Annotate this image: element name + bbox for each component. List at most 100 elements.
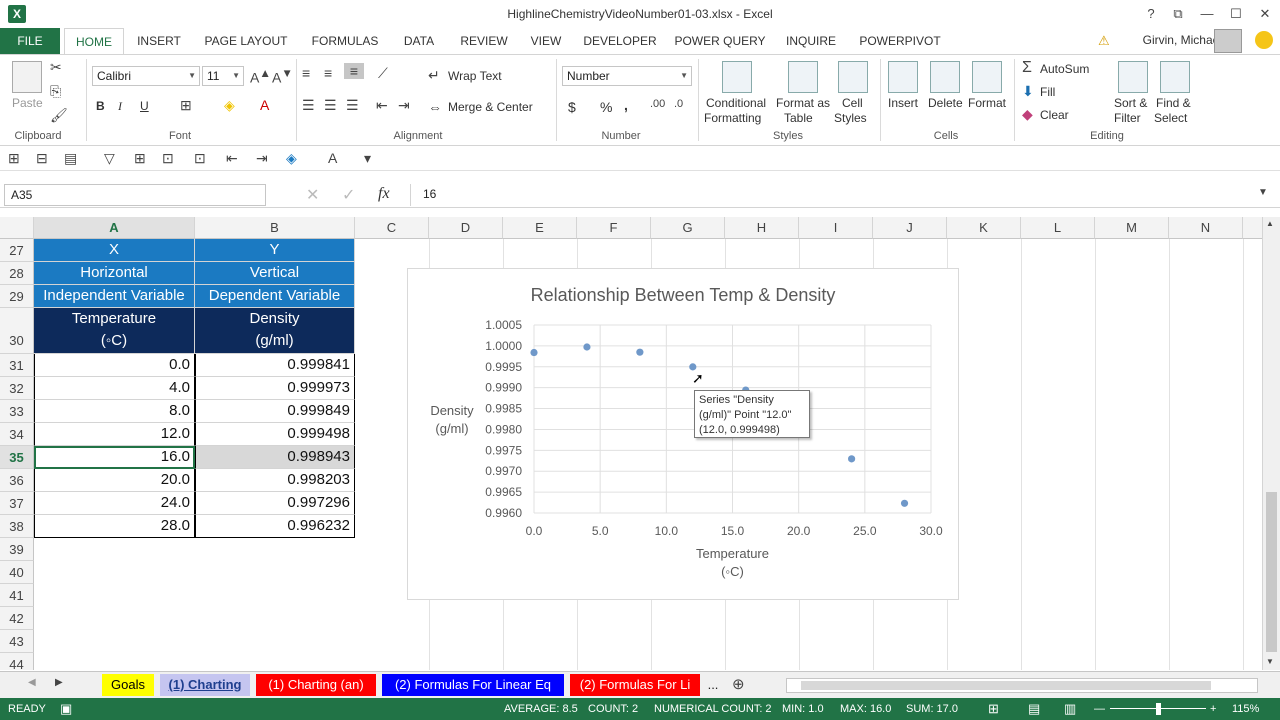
decrease-indent-icon[interactable]: ⇤ [376,97,388,114]
row-header[interactable]: 39 [0,538,34,561]
row-header[interactable]: 43 [0,630,34,653]
find-select-icon[interactable] [1160,61,1190,93]
row-header[interactable]: 28 [0,262,34,285]
underline-button[interactable]: U [140,99,149,113]
header-cell-independent[interactable]: Independent Variable [34,285,195,308]
conditional-formatting-label-1[interactable]: Conditional [706,96,766,110]
autosum-button[interactable]: AutoSum [1040,62,1089,76]
row-header[interactable]: 31 [0,354,34,377]
align-right-icon[interactable]: ☰ [346,97,359,114]
zoom-in-icon[interactable]: + [1210,698,1216,720]
zoom-level[interactable]: 115% [1232,698,1259,720]
column-header[interactable]: B [195,217,355,239]
qat-tool-icon[interactable]: ⊡ [162,150,174,167]
page-layout-view-icon[interactable]: ▤ [1028,698,1040,720]
user-name[interactable]: Girvin, Michael [1143,33,1222,47]
vertical-scrollbar[interactable]: ▲ ▼ [1262,217,1280,670]
tab-home[interactable]: HOME [64,28,124,54]
header-cell-temperature[interactable]: Temperature (◦C) [34,308,195,354]
clear-icon[interactable]: ◆ [1022,106,1033,123]
borders-icon[interactable]: ⊞ [180,97,192,114]
row-header[interactable]: 34 [0,423,34,446]
shrink-font-icon[interactable]: A▼ [272,67,293,86]
new-sheet-icon[interactable]: ⊕ [732,675,745,693]
insert-cells-icon[interactable] [888,61,918,93]
data-cell-temperature[interactable]: 20.0 [34,469,195,492]
data-cell-temperature[interactable]: 0.0 [34,354,195,377]
horizontal-scrollbar[interactable] [786,678,1258,693]
top-align-icon[interactable]: ≡ [302,65,310,81]
normal-view-icon[interactable]: ⊞ [988,698,999,720]
qat-chart-icon[interactable]: ▤ [64,150,77,167]
conditional-formatting-icon[interactable] [722,61,752,93]
scroll-up-icon[interactable]: ▲ [1266,219,1274,228]
orientation-icon[interactable]: ⟋ [378,65,388,82]
help-icon[interactable]: ? [1140,4,1162,24]
increase-indent-icon[interactable]: ⇥ [398,97,410,114]
clear-button[interactable]: Clear [1040,108,1069,122]
column-header[interactable]: N [1169,217,1243,239]
column-header[interactable]: L [1021,217,1095,239]
data-cell-temperature[interactable]: 24.0 [34,492,195,515]
confirm-entry-icon[interactable]: ✓ [342,185,355,205]
row-header[interactable]: 40 [0,561,34,584]
format-cells-button[interactable]: Format [968,96,1006,110]
ribbon-display-icon[interactable]: ⧉ [1167,4,1189,24]
qat-customize-icon[interactable]: ▾ [364,150,371,167]
row-header[interactable]: 44 [0,653,34,670]
row-header[interactable]: 42 [0,607,34,630]
font-name-combo[interactable]: Calibri ▼ [92,66,200,86]
bottom-align-icon[interactable]: ≡ [344,63,364,79]
sort-filter-label-1[interactable]: Sort & [1114,96,1147,110]
data-cell-temperature[interactable]: 12.0 [34,423,195,446]
prev-sheet-icon[interactable]: ◀ [28,677,36,688]
paste-icon[interactable] [12,61,42,93]
cell-styles-label-1[interactable]: Cell [842,96,863,110]
format-as-table-icon[interactable] [788,61,818,93]
row-header[interactable]: 35 [0,446,34,469]
qat-tool-icon[interactable]: ⊞ [8,150,20,167]
data-cell-density[interactable]: 0.998203 [195,469,355,492]
tab-view[interactable]: VIEW [524,28,568,54]
qat-tool-icon[interactable]: ⊡ [194,150,206,167]
sheet-tab[interactable]: (2) Formulas For Li [570,674,700,696]
qat-tool-icon[interactable]: ⊟ [36,150,48,167]
column-header[interactable]: E [503,217,577,239]
cell-styles-icon[interactable] [838,61,868,93]
scatter-chart[interactable]: Relationship Between Temp & Density 1.00… [407,268,959,600]
comma-button[interactable]: , [624,97,628,113]
data-cell-density[interactable]: 0.997296 [195,492,355,515]
align-left-icon[interactable]: ☰ [302,97,315,114]
data-cell-temperature[interactable]: 4.0 [34,377,195,400]
tab-file[interactable]: FILE [0,28,60,54]
find-select-label-1[interactable]: Find & [1156,96,1191,110]
row-header[interactable]: 30 [0,308,34,354]
format-painter-icon[interactable]: 🖌 [50,107,68,124]
sort-filter-label-2[interactable]: Filter [1114,111,1141,125]
wrap-text-icon[interactable]: ↵ [428,67,440,84]
row-header[interactable]: 41 [0,584,34,607]
format-cells-icon[interactable] [972,61,1002,93]
data-cell-density[interactable]: 0.996232 [195,515,355,538]
sheet-tab[interactable]: Goals [102,674,154,696]
format-as-table-label-1[interactable]: Format as [776,96,830,110]
data-cell-density[interactable]: 0.999841 [195,354,355,377]
row-header[interactable]: 36 [0,469,34,492]
tab-formulas[interactable]: FORMULAS [306,28,384,54]
sheet-tab[interactable]: (1) Charting (an) [256,674,376,696]
header-cell-vertical[interactable]: Vertical [195,262,355,285]
fill-icon[interactable]: ⬇ [1022,83,1034,100]
tab-power-query[interactable]: POWER QUERY [672,28,768,54]
horizontal-scroll-thumb[interactable] [801,681,1211,690]
row-header[interactable]: 27 [0,239,34,262]
tab-developer[interactable]: DEVELOPER [578,28,662,54]
row-header[interactable]: 29 [0,285,34,308]
row-header[interactable]: 33 [0,400,34,423]
data-cell-density[interactable]: 0.999498 [195,423,355,446]
qat-grid-icon[interactable]: ⊞ [134,150,146,167]
middle-align-icon[interactable]: ≡ [324,65,332,81]
column-header[interactable]: C [355,217,429,239]
column-header[interactable]: M [1095,217,1169,239]
page-break-view-icon[interactable]: ▥ [1064,698,1076,720]
next-sheet-icon[interactable]: ▶ [55,677,63,688]
